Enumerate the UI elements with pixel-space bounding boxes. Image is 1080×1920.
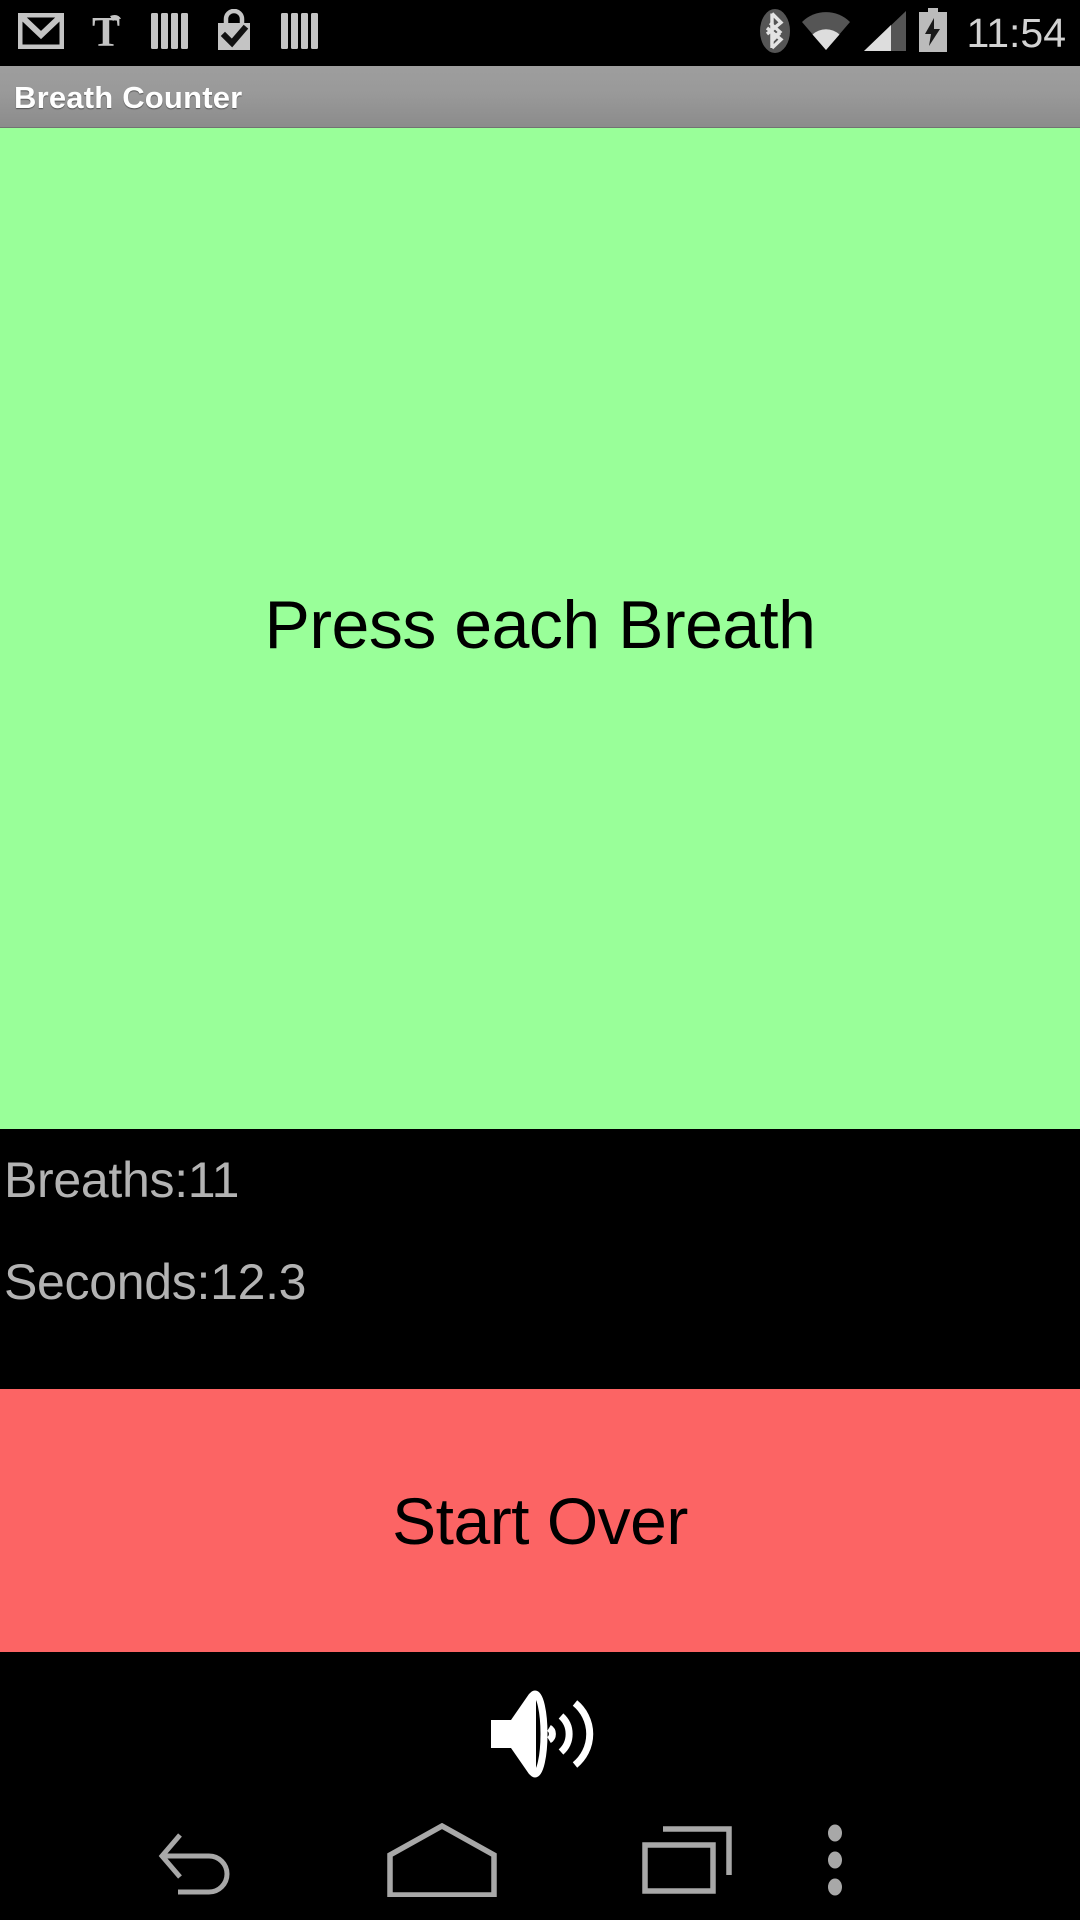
system-status-icons: 11:54 xyxy=(758,0,1066,66)
nav-back-button[interactable] xyxy=(140,1800,260,1920)
breath-tap-area[interactable]: Press each Breath xyxy=(0,128,1080,1129)
speaker-volume-button[interactable] xyxy=(485,1684,595,1784)
cellular-signal-icon xyxy=(860,9,908,58)
overflow-menu-dots-icon xyxy=(823,1820,847,1900)
bluetooth-icon xyxy=(758,8,792,59)
nav-home-button[interactable] xyxy=(382,1800,502,1920)
breaths-count-label: Breaths:11 xyxy=(4,1152,240,1208)
gmail-icon xyxy=(17,12,65,54)
wifi-icon xyxy=(800,9,852,58)
sound-toggle-area xyxy=(0,1652,1080,1800)
nav-overflow-menu-button[interactable] xyxy=(790,1800,880,1920)
start-over-button[interactable]: Start Over xyxy=(0,1389,1080,1652)
nav-recents-button[interactable] xyxy=(630,1800,750,1920)
app-title-bar: Breath Counter xyxy=(0,66,1080,128)
status-bar: T 11:54 xyxy=(0,0,1080,66)
app-title: Breath Counter xyxy=(14,79,243,115)
start-over-label: Start Over xyxy=(392,1483,688,1558)
play-store-icon xyxy=(212,8,256,58)
breath-prompt-text: Press each Breath xyxy=(264,586,816,663)
nytimes-icon: T xyxy=(86,10,126,57)
books-icon xyxy=(148,10,190,57)
recent-apps-icon xyxy=(641,1823,739,1897)
seconds-elapsed-label: Seconds:12.3 xyxy=(4,1254,307,1310)
books-icon-2 xyxy=(278,10,320,57)
home-icon xyxy=(382,1822,502,1898)
speaker-volume-icon xyxy=(485,1690,595,1787)
notification-icons: T xyxy=(0,8,320,58)
system-navigation-bar xyxy=(0,1800,1080,1920)
back-arrow-icon xyxy=(154,1825,246,1895)
stats-panel: Breaths:11 Seconds:12.3 xyxy=(0,1129,1080,1389)
android-screen: T 11:54 Breath Counter Press each Breath… xyxy=(0,0,1080,1920)
status-clock: 11:54 xyxy=(966,9,1066,56)
battery-charging-icon xyxy=(916,7,950,59)
